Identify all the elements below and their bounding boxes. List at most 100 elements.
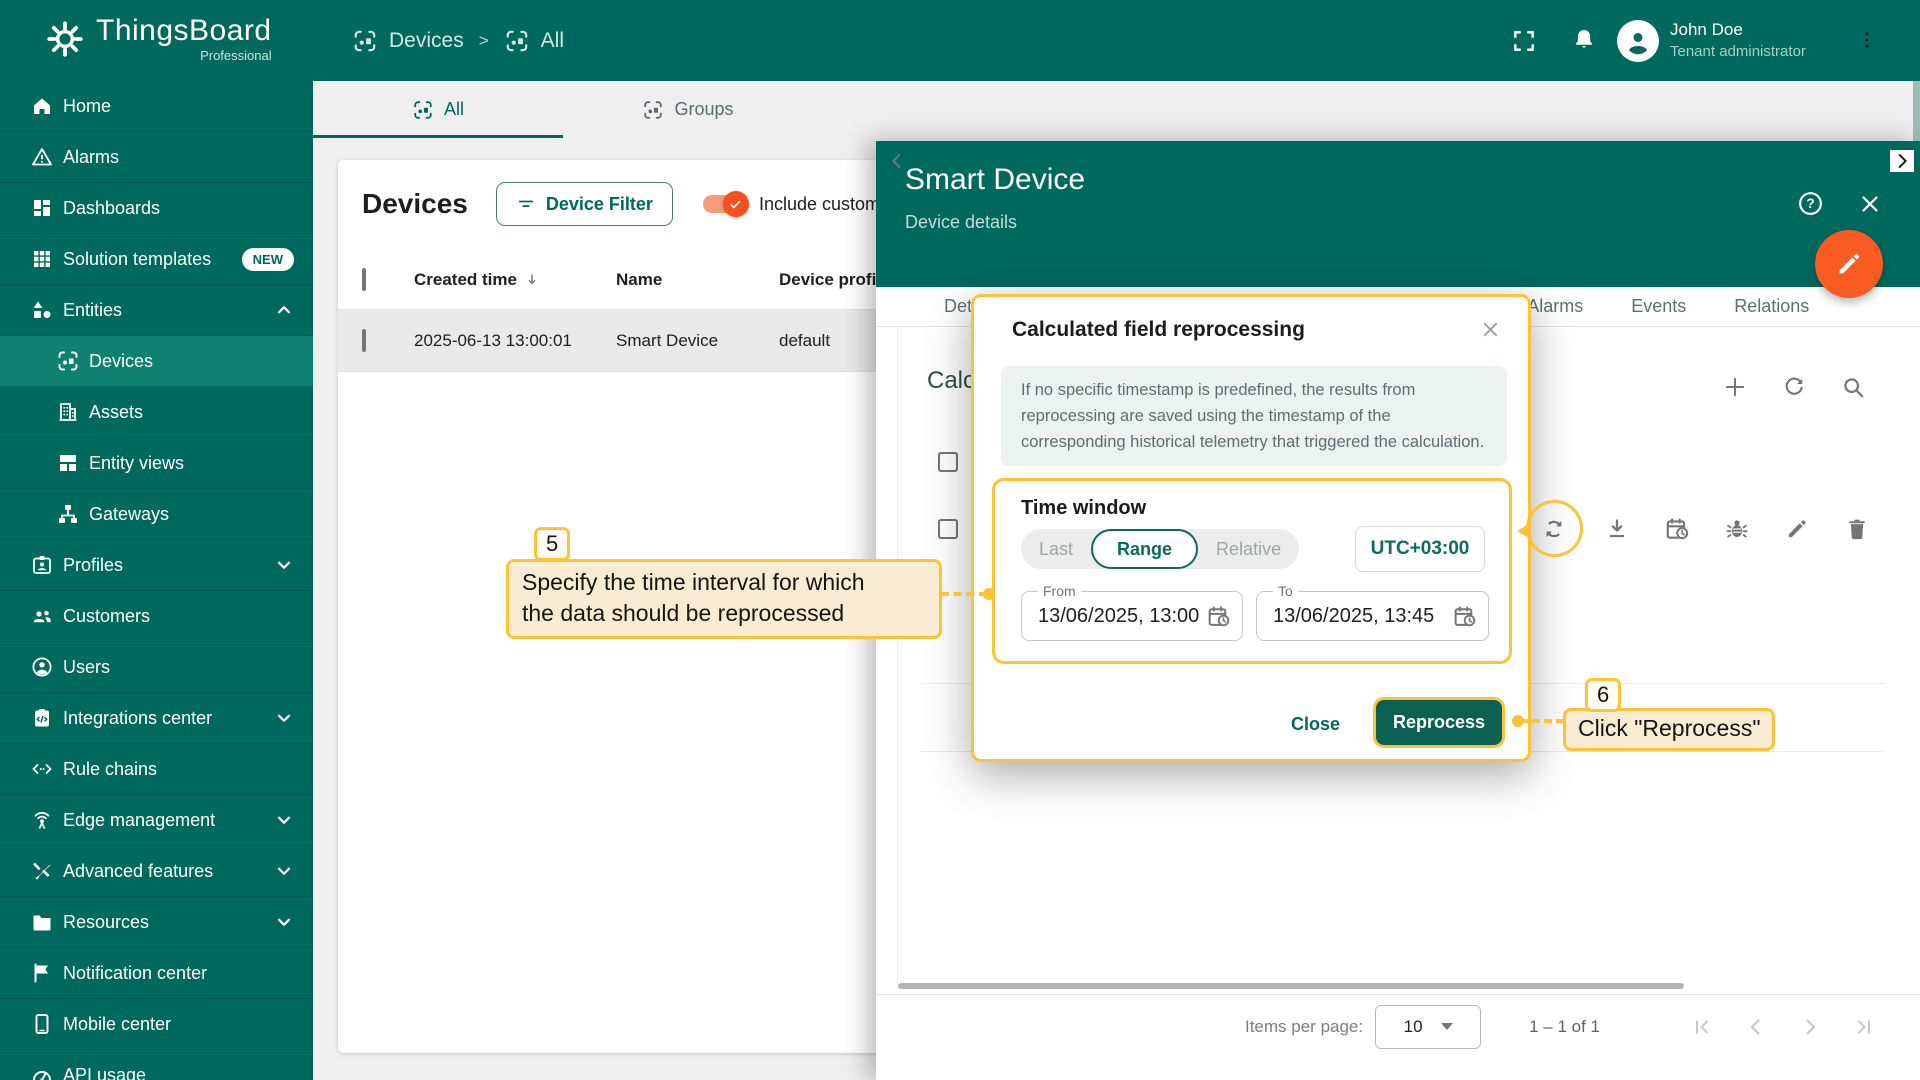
user-menu-icon[interactable] <box>1856 29 1878 51</box>
breadcrumb-all[interactable]: All <box>541 29 564 53</box>
sidebar-item-label: Dashboards <box>63 198 160 219</box>
refresh-icon[interactable] <box>1781 374 1807 400</box>
column-name[interactable]: Name <box>616 270 662 290</box>
calendar-icon[interactable] <box>1452 604 1477 629</box>
mode-last[interactable]: Last <box>1021 529 1091 569</box>
sidebar-item-label: Entity views <box>89 453 184 474</box>
sidebar-item-edge-management[interactable]: Edge management <box>0 795 313 846</box>
cell-created-time: 2025-06-13 13:00:01 <box>414 331 572 351</box>
sidebar-item-alarms[interactable]: Alarms <box>0 132 313 183</box>
add-icon[interactable] <box>1722 374 1748 400</box>
step-6-badge: 6 <box>1585 678 1621 712</box>
edit-fab-button[interactable] <box>1815 230 1883 298</box>
chevron-down-icon <box>273 911 295 933</box>
sidebar-item-integrations-center[interactable]: Integrations center <box>0 693 313 744</box>
sidebar-item-advanced-features[interactable]: Advanced features <box>0 846 313 897</box>
edge-icon <box>30 808 54 832</box>
tab-all[interactable]: All <box>313 81 563 138</box>
mode-range[interactable]: Range <box>1091 529 1198 569</box>
sidebar-item-devices[interactable]: Devices <box>0 336 313 387</box>
pencil-icon <box>1834 249 1864 279</box>
column-device-profile[interactable]: Device profile <box>779 270 891 290</box>
sidebar-item-solution-templates[interactable]: Solution templatesNEW <box>0 234 313 285</box>
integrations-icon <box>30 706 54 730</box>
breadcrumb-devices[interactable]: Devices <box>389 29 464 53</box>
check-icon <box>728 197 743 212</box>
sidebar-item-rule-chains[interactable]: Rule chains <box>0 744 313 795</box>
sidebar-item-entities[interactable]: Entities <box>0 285 313 336</box>
fullscreen-icon[interactable] <box>1511 28 1537 54</box>
sidebar-item-api-usage[interactable]: API usage <box>0 1050 313 1080</box>
chevron-down-icon <box>273 809 295 831</box>
edit-pencil-icon[interactable] <box>1784 516 1810 542</box>
sidebar-item-mobile-center[interactable]: Mobile center <box>0 999 313 1050</box>
sidebar-item-users[interactable]: Users <box>0 642 313 693</box>
timezone-button[interactable]: UTC+03:00 <box>1355 526 1485 572</box>
horizontal-scrollbar[interactable] <box>898 983 1684 989</box>
users-icon <box>30 655 54 679</box>
drawer-tab-events[interactable]: Events <box>1607 287 1710 326</box>
sidebar-item-resources[interactable]: Resources <box>0 897 313 948</box>
reprocess-button[interactable]: Reprocess <box>1376 700 1502 745</box>
sidebar-item-profiles[interactable]: Profiles <box>0 540 313 591</box>
select-all-checkbox[interactable] <box>362 268 366 291</box>
sidebar-item-label: Edge management <box>63 810 215 831</box>
app-logo[interactable]: ThingsBoard Professional <box>44 14 272 63</box>
help-icon[interactable]: ? <box>1797 190 1824 217</box>
cf-row-checkbox[interactable] <box>938 519 958 539</box>
drawer-tab-relations[interactable]: Relations <box>1710 287 1833 326</box>
sidebar-item-gateways[interactable]: Gateways <box>0 489 313 540</box>
sidebar-item-assets[interactable]: Assets <box>0 387 313 438</box>
sidebar-item-entity-views[interactable]: Entity views <box>0 438 313 489</box>
events-calendar-icon[interactable] <box>1664 516 1690 542</box>
chevron-right-icon[interactable] <box>1798 1015 1822 1039</box>
tabs-scroll-left-icon[interactable] <box>886 150 908 172</box>
export-download-icon[interactable] <box>1604 516 1630 542</box>
sidebar-item-dashboards[interactable]: Dashboards <box>0 183 313 234</box>
advanced-icon <box>30 859 54 883</box>
row-checkbox[interactable] <box>362 329 366 352</box>
cf-select-all-checkbox[interactable] <box>938 452 958 472</box>
debug-bug-icon[interactable] <box>1724 516 1750 542</box>
home-icon <box>30 94 54 118</box>
step-6-connector <box>1520 719 1564 723</box>
dialog-info-text: If no specific timestamp is predefined, … <box>1001 366 1507 466</box>
sidebar-item-notification-center[interactable]: Notification center <box>0 948 313 999</box>
items-per-page-select[interactable]: 10 <box>1375 1005 1481 1049</box>
calendar-icon[interactable] <box>1206 604 1231 629</box>
chevron-up-icon <box>273 299 295 321</box>
breadcrumb: Devices > All <box>352 0 564 81</box>
search-icon[interactable] <box>1840 374 1866 400</box>
chevron-down-icon <box>273 554 295 576</box>
step-6-callout: Click "Reprocess" <box>1563 708 1775 751</box>
from-datetime-field[interactable]: From 13/06/2025, 13:00 <box>1021 591 1243 641</box>
drawer-close-icon[interactable] <box>1858 192 1882 216</box>
chevron-down-icon <box>273 707 295 729</box>
mode-relative[interactable]: Relative <box>1198 529 1299 569</box>
sidebar-item-label: Alarms <box>63 147 119 168</box>
tab-groups[interactable]: Groups <box>563 81 813 138</box>
sidebar-item-label: Users <box>63 657 110 678</box>
include-customers-toggle[interactable] <box>703 195 745 213</box>
avatar[interactable] <box>1617 20 1659 62</box>
sidebar-item-home[interactable]: Home <box>0 81 313 132</box>
close-button[interactable]: Close <box>1291 714 1340 735</box>
dialog-close-icon[interactable] <box>1480 319 1501 340</box>
delete-trash-icon[interactable] <box>1844 516 1870 542</box>
last-page-icon[interactable] <box>1852 1015 1876 1039</box>
to-datetime-field[interactable]: To 13/06/2025, 13:45 <box>1256 591 1489 641</box>
customers-icon <box>30 604 54 628</box>
api-usage-icon <box>30 1063 54 1080</box>
drawer-subtitle: Device details <box>905 212 1017 233</box>
first-page-icon[interactable] <box>1690 1015 1714 1039</box>
paginator: Items per page: 10 1 – 1 of 1 <box>876 994 1920 1058</box>
step-5-badge: 5 <box>534 527 570 561</box>
time-window-label: Time window <box>1021 497 1146 520</box>
step-5-callout: Specify the time interval for which the … <box>506 559 942 639</box>
sidebar-item-customers[interactable]: Customers <box>0 591 313 642</box>
chevron-left-icon[interactable] <box>1744 1015 1768 1039</box>
tabs-scroll-right-icon[interactable] <box>1890 150 1914 172</box>
notifications-bell-icon[interactable] <box>1571 27 1597 53</box>
device-filter-button[interactable]: Device Filter <box>496 182 673 226</box>
column-created-time[interactable]: Created time <box>414 270 541 290</box>
